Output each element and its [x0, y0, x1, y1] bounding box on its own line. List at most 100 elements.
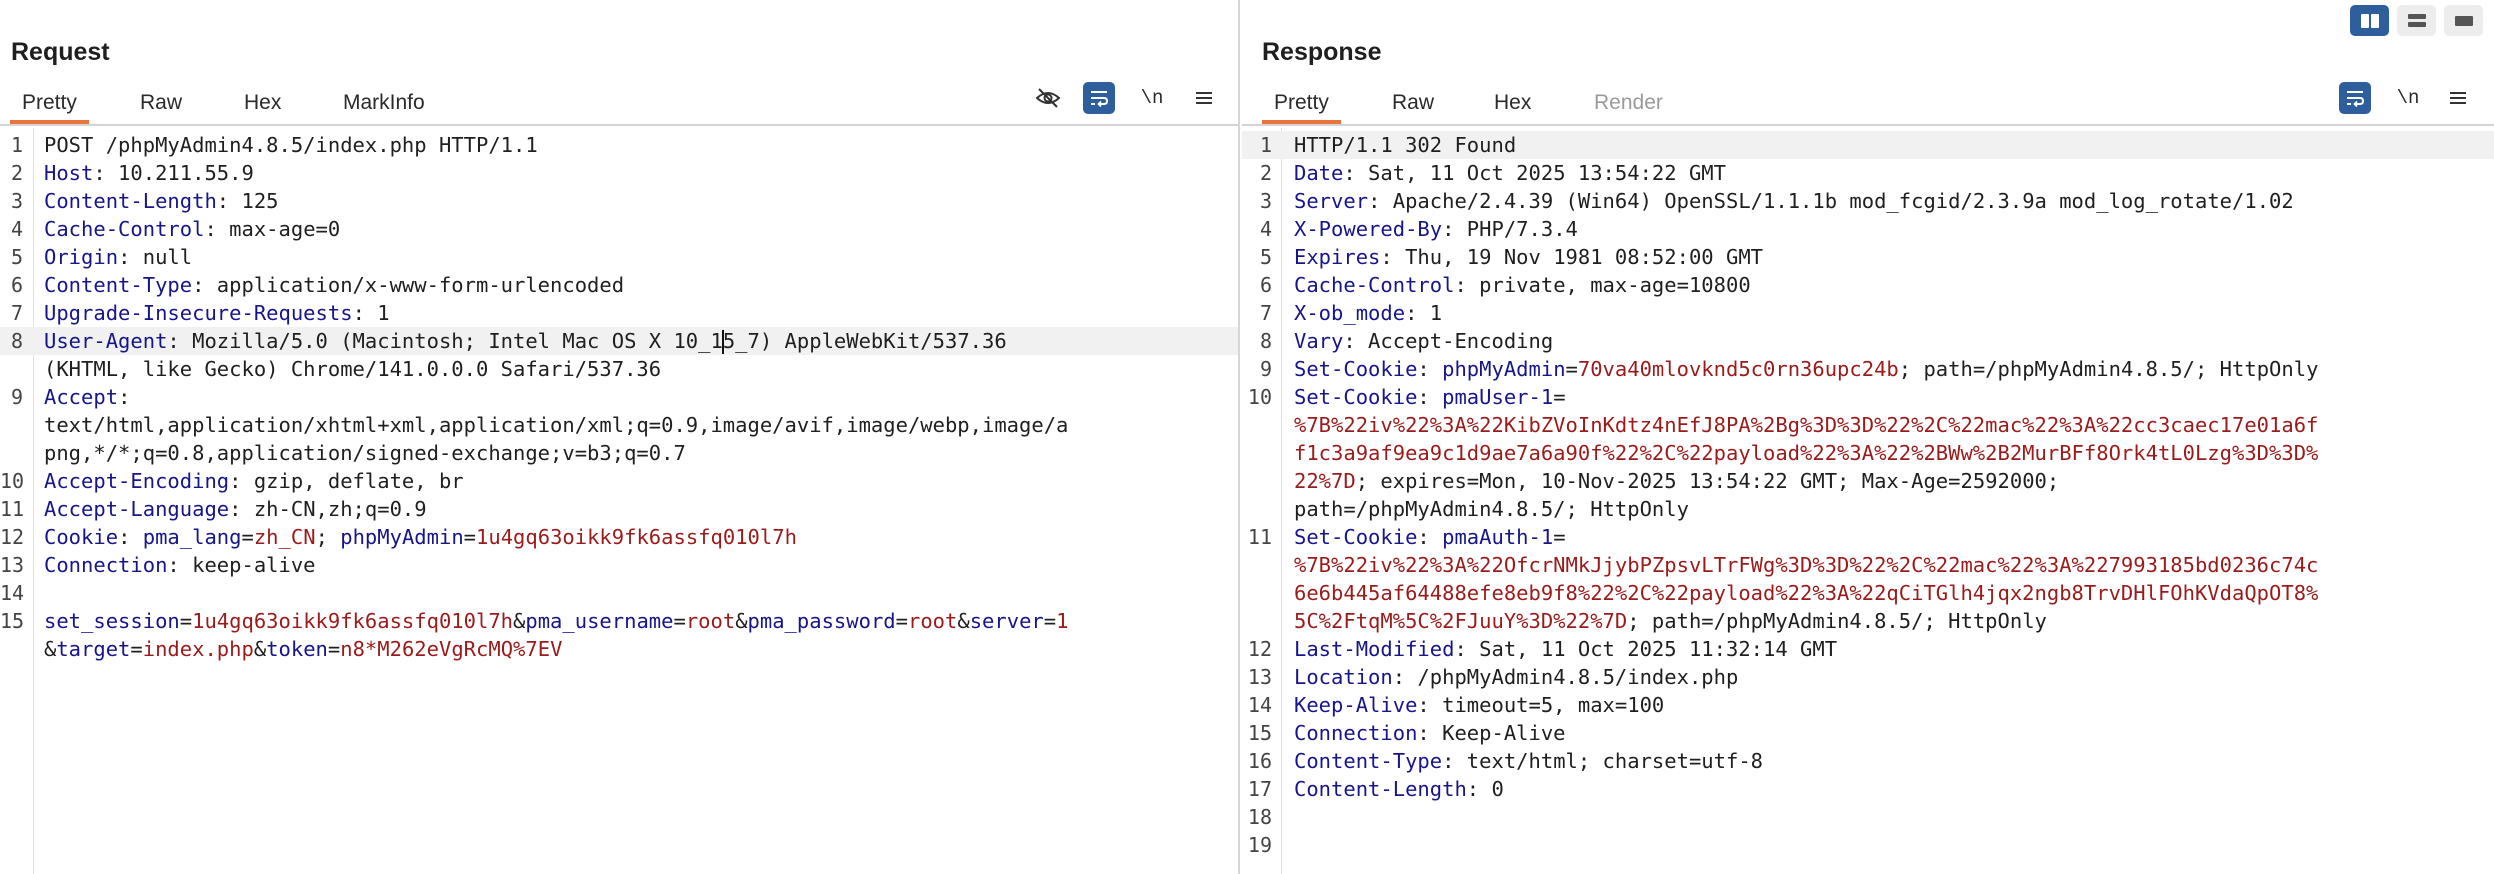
line-number: 5	[1259, 245, 1272, 269]
response-code-line[interactable]: 5C%2FtqM%5C%2FJuuY%3D%22%7D; path=/phpMy…	[1242, 607, 2494, 635]
response-tab-hex[interactable]: Hex	[1482, 88, 1543, 124]
response-editor[interactable]: 1 HTTP/1.1 302 Found 2 Date: Sat, 11 Oct 20…	[1242, 128, 2494, 874]
response-code-line[interactable]: %7B%22iv%22%3A%22KibZVoInKdtz4nEfJ8PA%2B…	[1242, 411, 2494, 439]
line-text: %7B%22iv%22%3A%22OfcrNMkJjybPZpsvLTrFWg%…	[1294, 551, 2318, 579]
request-code-line[interactable]: 9 Accept:	[0, 383, 1238, 411]
line-text: (KHTML, like Gecko) Chrome/141.0.0.0 Saf…	[44, 355, 661, 383]
request-editor[interactable]: 1 POST /phpMyAdmin4.8.5/index.php HTTP/1.…	[0, 128, 1238, 874]
request-code-line[interactable]: 15 set_session=1u4gq63oikk9fk6assfq010l7h…	[0, 607, 1238, 635]
response-code-line[interactable]: 7 X-ob_mode: 1	[1242, 299, 2494, 327]
response-code-line[interactable]: %7B%22iv%22%3A%22OfcrNMkJjybPZpsvLTrFWg%…	[1242, 551, 2494, 579]
response-code-line[interactable]: 6e6b445af64488efe8eb9f8%22%2C%22payload%…	[1242, 579, 2494, 607]
line-text: Connection: keep-alive	[44, 551, 316, 579]
request-code-line[interactable]: &target=index.php&token=n8*M262eVgRcMQ%7…	[0, 635, 1238, 663]
tabs-view-icon[interactable]	[2444, 5, 2483, 36]
request-code-line[interactable]: 14	[0, 579, 1238, 607]
response-code-line[interactable]: 8 Vary: Accept-Encoding	[1242, 327, 2494, 355]
header-name: Content-Type	[1294, 749, 1443, 773]
response-code-line[interactable]: 22%7D; expires=Mon, 10-Nov-2025 13:54:22…	[1242, 467, 2494, 495]
split-vertical-icon[interactable]	[2397, 5, 2436, 36]
line-number: 12	[1247, 637, 1272, 661]
request-code-line[interactable]: 8 User-Agent: Mozilla/5.0 (Macintosh; Int…	[0, 327, 1238, 355]
request-code-line[interactable]: 3 Content-Length: 125	[0, 187, 1238, 215]
show-newlines-toggle[interactable]: \n	[2392, 82, 2424, 114]
header-name: Server	[1294, 189, 1369, 213]
request-code-line[interactable]: 7 Upgrade-Insecure-Requests: 1	[0, 299, 1238, 327]
request-code-line[interactable]: 4 Cache-Control: max-age=0	[0, 215, 1238, 243]
response-code-line[interactable]: 10 Set-Cookie: pmaUser-1=	[1242, 383, 2494, 411]
line-text: f1c3a9af9ea9c1d9ae7a6a90f%22%2C%22payloa…	[1294, 439, 2318, 467]
menu-icon[interactable]	[1188, 82, 1220, 114]
show-newlines-toggle[interactable]: \n	[1136, 82, 1168, 114]
response-code-line[interactable]: 1 HTTP/1.1 302 Found	[1242, 131, 2494, 159]
response-code-line[interactable]: 18	[1242, 803, 2494, 831]
line-number: 9	[1259, 357, 1272, 381]
request-panel: Request Pretty Raw Hex MarkInfo \n 1 POST…	[0, 0, 1240, 874]
request-code-line[interactable]: 13 Connection: keep-alive	[0, 551, 1238, 579]
plain-text: : text/html; charset=utf-8	[1442, 749, 1764, 773]
response-code-line[interactable]: 11 Set-Cookie: pmaAuth-1=	[1242, 523, 2494, 551]
response-tab-raw[interactable]: Raw	[1380, 88, 1446, 124]
request-code-line[interactable]: 11 Accept-Language: zh-CN,zh;q=0.9	[0, 495, 1238, 523]
param-value: 1u4gq63oikk9fk6assfq010l7h	[476, 525, 797, 549]
menu-icon[interactable]	[2442, 82, 2474, 114]
wrap-lines-icon[interactable]	[1083, 82, 1115, 114]
plain-text: =	[1553, 385, 1566, 409]
request-code-line[interactable]: 1 POST /phpMyAdmin4.8.5/index.php HTTP/1.…	[0, 131, 1238, 159]
response-code-line[interactable]: 3 Server: Apache/2.4.39 (Win64) OpenSSL/1…	[1242, 187, 2494, 215]
response-tab-pretty[interactable]: Pretty	[1262, 88, 1341, 124]
param-value: n8*M262eVgRcMQ%7EV	[340, 637, 563, 661]
request-tab-markinfo[interactable]: MarkInfo	[331, 88, 437, 124]
request-code-line[interactable]: text/html,application/xhtml+xml,applicat…	[0, 411, 1238, 439]
request-tab-raw[interactable]: Raw	[128, 88, 194, 124]
split-horizontal-icon[interactable]	[2350, 5, 2389, 36]
response-code-line[interactable]: 6 Cache-Control: private, max-age=10800	[1242, 271, 2494, 299]
line-number: 3	[10, 189, 23, 213]
plain-text: &	[253, 637, 267, 661]
header-name: Set-Cookie	[1294, 385, 1418, 409]
request-tab-hex[interactable]: Hex	[232, 88, 293, 124]
request-code-line[interactable]: 6 Content-Type: application/x-www-form-ur…	[0, 271, 1238, 299]
response-code-line[interactable]: 15 Connection: Keep-Alive	[1242, 719, 2494, 747]
request-code-line[interactable]: 10 Accept-Encoding: gzip, deflate, br	[0, 467, 1238, 495]
plain-text: =	[130, 637, 143, 661]
wrap-lines-icon[interactable]	[2339, 82, 2371, 114]
response-code-line[interactable]: 13 Location: /phpMyAdmin4.8.5/index.php	[1242, 663, 2494, 691]
line-number: 3	[1259, 189, 1272, 213]
hide-eye-icon[interactable]	[1032, 82, 1064, 114]
line-text: X-ob_mode: 1	[1294, 299, 1442, 327]
response-code-line[interactable]: 12 Last-Modified: Sat, 11 Oct 2025 11:32:…	[1242, 635, 2494, 663]
plain-text: path=/phpMyAdmin4.8.5/; HttpOnly	[1294, 497, 1689, 521]
plain-text: POST /phpMyAdmin4.8.5/index.php HTTP/1.1	[44, 133, 538, 157]
request-code-line[interactable]: 12 Cookie: pma_lang=zh_CN; phpMyAdmin=1u4…	[0, 523, 1238, 551]
line-text: Set-Cookie: pmaAuth-1=	[1294, 523, 1566, 551]
line-text: Server: Apache/2.4.39 (Win64) OpenSSL/1.…	[1294, 187, 2294, 215]
header-name: Accept	[44, 385, 119, 409]
header-name: pma_password	[747, 609, 896, 633]
response-code-line[interactable]: 5 Expires: Thu, 19 Nov 1981 08:52:00 GMT	[1242, 243, 2494, 271]
response-code-line[interactable]: 2 Date: Sat, 11 Oct 2025 13:54:22 GMT	[1242, 159, 2494, 187]
request-code-line[interactable]: 2 Host: 10.211.55.9	[0, 159, 1238, 187]
plain-text: =	[673, 609, 686, 633]
response-code-line[interactable]: path=/phpMyAdmin4.8.5/; HttpOnly	[1242, 495, 2494, 523]
request-title: Request	[11, 38, 110, 66]
response-code-line[interactable]: 14 Keep-Alive: timeout=5, max=100	[1242, 691, 2494, 719]
plain-text: : Thu, 19 Nov 1981 08:52:00 GMT	[1380, 245, 1764, 269]
header-name: phpMyAdmin	[340, 525, 464, 549]
plain-text: : PHP/7.3.4	[1442, 217, 1578, 241]
line-number: 8	[10, 329, 23, 353]
request-tab-pretty[interactable]: Pretty	[10, 88, 89, 124]
response-code-line[interactable]: 9 Set-Cookie: phpMyAdmin=70va40mlovknd5c0…	[1242, 355, 2494, 383]
param-value: 22%7D	[1294, 469, 1356, 493]
response-code-line[interactable]: 19	[1242, 831, 2494, 859]
response-code-line[interactable]: 16 Content-Type: text/html; charset=utf-8	[1242, 747, 2494, 775]
request-code-line[interactable]: png,*/*;q=0.8,application/signed-exchang…	[0, 439, 1238, 467]
response-tab-render[interactable]: Render	[1582, 88, 1675, 124]
plain-text: =	[179, 609, 193, 633]
response-code-line[interactable]: f1c3a9af9ea9c1d9ae7a6a90f%22%2C%22payloa…	[1242, 439, 2494, 467]
request-code-line[interactable]: (KHTML, like Gecko) Chrome/141.0.0.0 Saf…	[0, 355, 1238, 383]
plain-text: : /phpMyAdmin4.8.5/index.php	[1392, 665, 1739, 689]
request-code-line[interactable]: 5 Origin: null	[0, 243, 1238, 271]
response-code-line[interactable]: 4 X-Powered-By: PHP/7.3.4	[1242, 215, 2494, 243]
response-code-line[interactable]: 17 Content-Length: 0	[1242, 775, 2494, 803]
